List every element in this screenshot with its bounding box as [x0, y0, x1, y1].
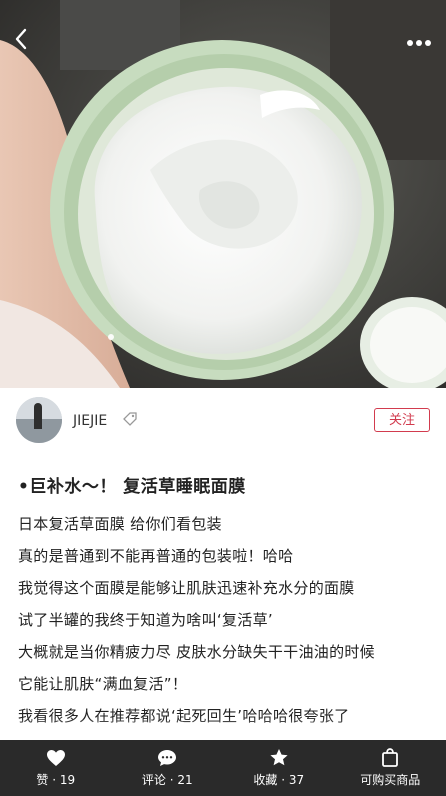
back-button[interactable]: [14, 28, 28, 54]
follow-button[interactable]: 关注: [374, 408, 430, 432]
shop-button[interactable]: 可购买商品: [335, 740, 446, 796]
comment-icon: [158, 749, 177, 766]
post-line: 它能让肌肤“满血复活”！: [18, 675, 188, 693]
carousel-indicator: [108, 332, 118, 342]
collect-count: 收藏 · 37: [253, 773, 305, 787]
like-button[interactable]: 赞 · 19: [0, 740, 112, 796]
more-button[interactable]: [406, 30, 432, 52]
post-line: 试了半罐的我终于知道为啥叫‘复活草’: [18, 611, 273, 629]
tag-icon: [123, 412, 137, 426]
author-name[interactable]: JIEJIE: [73, 413, 107, 429]
author-row: JIEJIE 关注: [16, 397, 430, 447]
text-fade-overlay: [0, 718, 446, 740]
bottom-action-bar: 赞 · 19 评论 · 21 收藏 · 37 可购买商品: [0, 740, 446, 796]
carousel-dot-active: [108, 334, 114, 340]
star-icon: [270, 749, 288, 766]
avatar-image: [16, 397, 62, 443]
post-body: 日本复活草面膜 给你们看包装 真的是普通到不能再普通的包装啦！哈哈 我觉得这个面…: [18, 512, 438, 736]
collect-button[interactable]: 收藏 · 37: [223, 740, 335, 796]
post-photo[interactable]: [0, 0, 446, 388]
comment-count: 评论 · 21: [141, 772, 193, 787]
shop-label: 可购买商品: [360, 773, 421, 787]
cream-jar-image: [0, 0, 446, 388]
like-count: 赞 · 19: [36, 772, 76, 787]
post-line: 我觉得这个面膜是能够让肌肤迅速补充水分的面膜: [18, 579, 355, 597]
post-line: 大概就是当你精疲力尽 皮肤水分缺失干干油油的时候: [18, 643, 375, 661]
post-line: 真的是普通到不能再普通的包装啦！哈哈: [18, 547, 294, 565]
avatar[interactable]: [16, 397, 62, 443]
shopping-bag-icon: [382, 748, 399, 767]
post-line: 日本复活草面膜 给你们看包装: [18, 515, 222, 533]
heart-icon: [46, 749, 65, 766]
chevron-left-icon: [15, 28, 27, 50]
more-dots-icon: [407, 40, 431, 46]
post-title: •巨补水～！ 复活草睡眠面膜: [18, 477, 246, 497]
comment-button[interactable]: 评论 · 21: [112, 740, 224, 796]
